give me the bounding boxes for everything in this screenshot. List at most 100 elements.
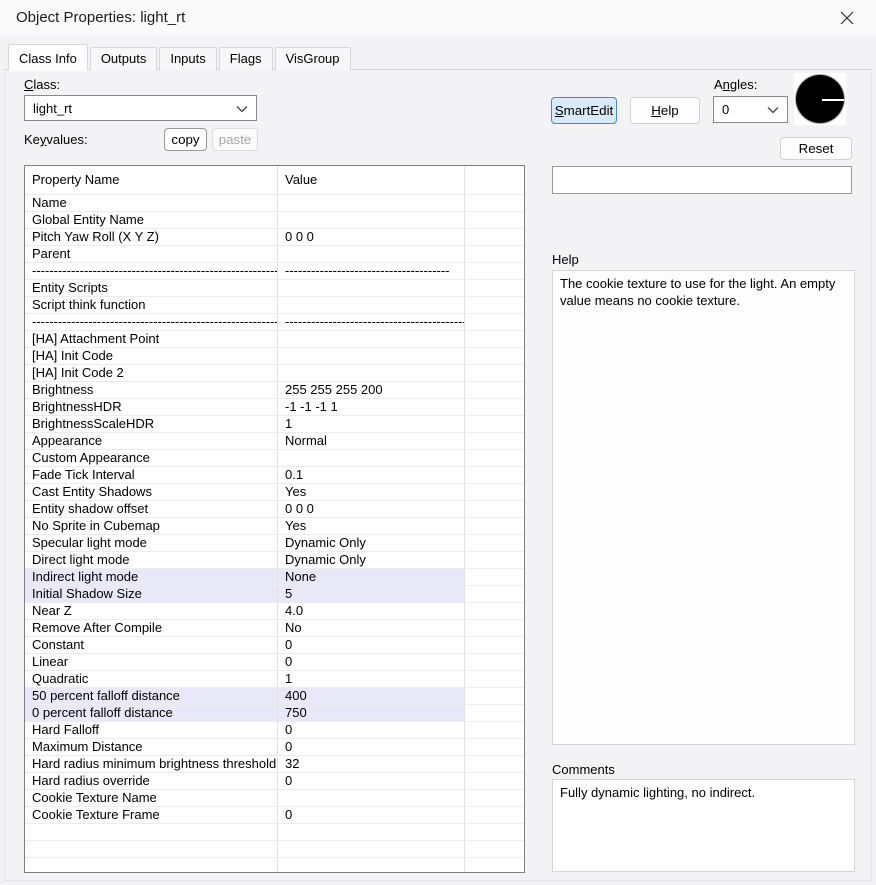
- copy-button[interactable]: copy: [164, 128, 207, 151]
- property-extra-cell: [465, 806, 524, 823]
- table-row[interactable]: Global Entity Name: [25, 211, 524, 228]
- smartedit-button[interactable]: SmartEdit: [551, 97, 617, 124]
- property-extra-cell: [465, 602, 524, 619]
- paste-button[interactable]: paste: [212, 128, 258, 151]
- property-name-cell: Hard radius minimum brightness threshold: [25, 755, 278, 772]
- property-name-cell: ----------------------------------------…: [25, 313, 278, 330]
- help-button[interactable]: Help: [630, 97, 700, 124]
- reset-button[interactable]: Reset: [780, 137, 852, 160]
- property-name-cell: Custom Appearance: [25, 449, 278, 466]
- table-row[interactable]: Cookie Texture Name: [25, 789, 524, 806]
- table-row[interactable]: Script think function: [25, 296, 524, 313]
- property-value-cell: 32: [278, 755, 465, 772]
- property-extra-cell: [465, 670, 524, 687]
- property-value-cell: 0: [278, 721, 465, 738]
- tab-inputs[interactable]: Inputs: [159, 47, 216, 70]
- property-value-cell: [278, 194, 465, 211]
- table-row[interactable]: [HA] Init Code: [25, 347, 524, 364]
- table-row[interactable]: Entity shadow offset 0 0 0: [25, 500, 524, 517]
- column-header-property-name: Property Name: [25, 166, 278, 194]
- table-row[interactable]: Linear 0: [25, 653, 524, 670]
- table-row[interactable]: Pitch Yaw Roll (X Y Z) 0 0 0: [25, 228, 524, 245]
- chevron-down-icon: [236, 101, 248, 116]
- comments-box[interactable]: Fully dynamic lighting, no indirect.: [552, 779, 855, 872]
- table-row[interactable]: Remove After Compile No: [25, 619, 524, 636]
- tab-flags[interactable]: Flags: [219, 47, 273, 70]
- angles-dropdown[interactable]: 0: [713, 96, 788, 123]
- property-extra-cell: [465, 313, 524, 330]
- angle-orientation-control[interactable]: [794, 73, 846, 125]
- table-row[interactable]: Name: [25, 194, 524, 211]
- property-extra-cell: [465, 738, 524, 755]
- table-row[interactable]: Hard Falloff 0: [25, 721, 524, 738]
- property-name-cell: ----------------------------------------…: [25, 262, 278, 279]
- table-row[interactable]: ----------------------------------------…: [25, 313, 524, 330]
- table-row[interactable]: Cookie Texture Frame 0: [25, 806, 524, 823]
- property-extra-cell: [465, 517, 524, 534]
- property-value-cell: ----------------------------------------…: [278, 313, 465, 330]
- tab-class-info[interactable]: Class Info: [8, 44, 88, 71]
- table-row[interactable]: No Sprite in Cubemap Yes: [25, 517, 524, 534]
- table-row[interactable]: Maximum Distance 0: [25, 738, 524, 755]
- angles-dropdown-value: 0: [722, 102, 729, 117]
- table-row[interactable]: [HA] Init Code 2: [25, 364, 524, 381]
- table-row[interactable]: [25, 823, 524, 840]
- table-row[interactable]: Indirect light mode None: [25, 568, 524, 585]
- table-row[interactable]: Custom Appearance: [25, 449, 524, 466]
- property-value-cell: [278, 449, 465, 466]
- property-extra-cell: [465, 755, 524, 772]
- property-name-cell: Brightness: [25, 381, 278, 398]
- table-row[interactable]: Cast Entity Shadows Yes: [25, 483, 524, 500]
- property-extra-cell: [465, 466, 524, 483]
- property-extra-cell: [465, 789, 524, 806]
- comments-label: Comments: [552, 762, 615, 777]
- table-row[interactable]: [HA] Attachment Point: [25, 330, 524, 347]
- tab-outputs[interactable]: Outputs: [90, 47, 158, 70]
- table-row[interactable]: Initial Shadow Size 5: [25, 585, 524, 602]
- property-value-cell: 750: [278, 704, 465, 721]
- property-value-cell: 0: [278, 806, 465, 823]
- table-row[interactable]: Appearance Normal: [25, 432, 524, 449]
- tab-bar: Class Info Outputs Inputs Flags VisGroup: [4, 45, 872, 70]
- table-row[interactable]: Brightness 255 255 255 200: [25, 381, 524, 398]
- property-value-cell: 400: [278, 687, 465, 704]
- property-value-cell: [278, 840, 465, 857]
- property-extra-cell: [465, 636, 524, 653]
- property-extra-cell: [465, 500, 524, 517]
- property-extra-cell: [465, 687, 524, 704]
- table-row[interactable]: BrightnessHDR -1 -1 -1 1: [25, 398, 524, 415]
- property-name-cell: Parent: [25, 245, 278, 262]
- table-row[interactable]: ----------------------------------------…: [25, 262, 524, 279]
- table-row[interactable]: 50 percent falloff distance 400: [25, 687, 524, 704]
- table-row[interactable]: [25, 857, 524, 873]
- table-row[interactable]: Entity Scripts: [25, 279, 524, 296]
- table-row[interactable]: Specular light mode Dynamic Only: [25, 534, 524, 551]
- property-value-cell: 0: [278, 636, 465, 653]
- table-row[interactable]: Parent: [25, 245, 524, 262]
- angle-direction-needle: [822, 99, 844, 101]
- table-row[interactable]: 0 percent falloff distance 750: [25, 704, 524, 721]
- tab-label: Outputs: [101, 51, 147, 66]
- property-name-cell: Cast Entity Shadows: [25, 483, 278, 500]
- property-extra-cell: [465, 432, 524, 449]
- table-row[interactable]: Fade Tick Interval 0.1: [25, 466, 524, 483]
- property-name-cell: Pitch Yaw Roll (X Y Z): [25, 228, 278, 245]
- property-extra-cell: [465, 449, 524, 466]
- table-row[interactable]: Near Z 4.0: [25, 602, 524, 619]
- keyvalues-label: Keyvalues:: [24, 132, 88, 147]
- table-row[interactable]: Hard radius override 0: [25, 772, 524, 789]
- property-name-cell: Global Entity Name: [25, 211, 278, 228]
- property-extra-cell: [465, 262, 524, 279]
- table-row[interactable]: Constant 0: [25, 636, 524, 653]
- table-row[interactable]: BrightnessScaleHDR 1: [25, 415, 524, 432]
- class-dropdown[interactable]: light_rt: [24, 95, 257, 121]
- tab-visgroup[interactable]: VisGroup: [275, 47, 351, 70]
- property-extra-cell: [465, 704, 524, 721]
- table-row[interactable]: Direct light mode Dynamic Only: [25, 551, 524, 568]
- property-name-cell: Remove After Compile: [25, 619, 278, 636]
- close-button[interactable]: [826, 2, 868, 34]
- table-row[interactable]: [25, 840, 524, 857]
- smartedit-value-input[interactable]: [552, 166, 852, 194]
- table-row[interactable]: Hard radius minimum brightness threshold…: [25, 755, 524, 772]
- table-row[interactable]: Quadratic 1: [25, 670, 524, 687]
